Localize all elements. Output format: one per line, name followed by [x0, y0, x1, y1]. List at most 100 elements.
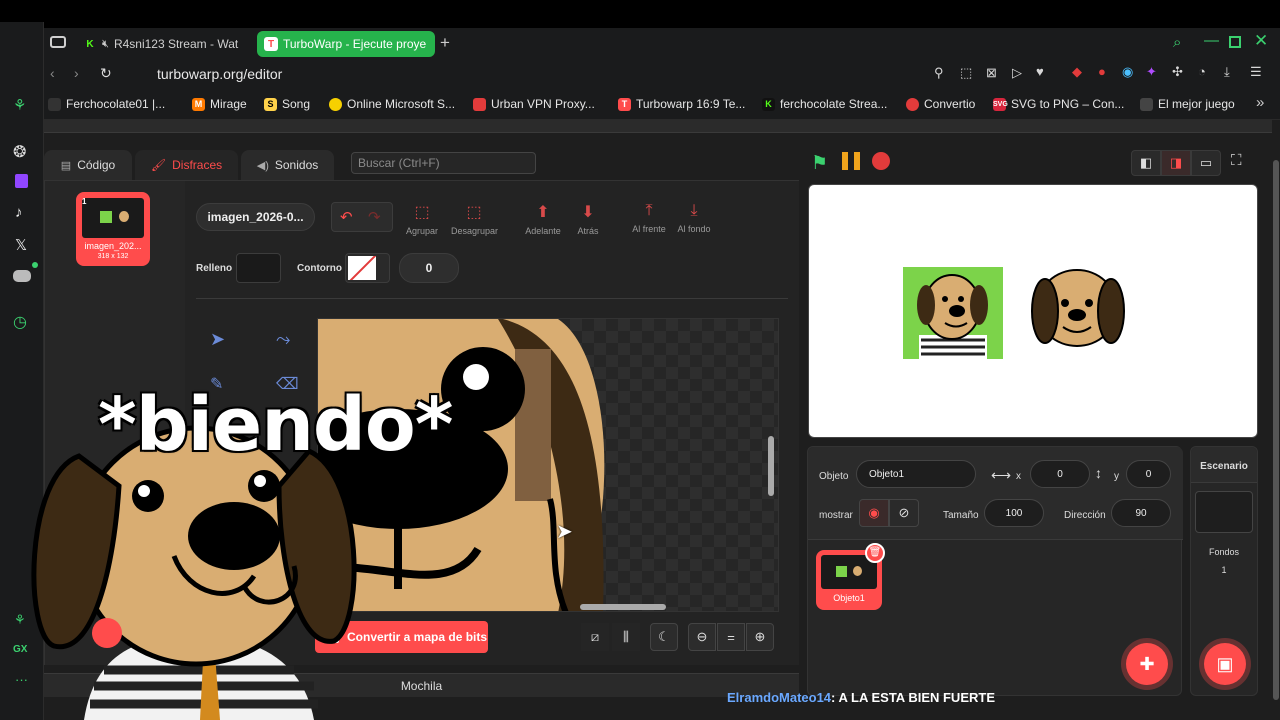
menu-icon[interactable]: ☰ — [1250, 64, 1262, 80]
bookmark-item[interactable]: Ferchocolate01 |... — [48, 97, 165, 111]
redo-icon[interactable]: ↷ — [368, 208, 381, 226]
shield-icon[interactable]: ⊠ — [986, 65, 997, 81]
small-stage-button[interactable]: ◧ — [1131, 150, 1161, 176]
bookmark-item[interactable]: El mejor juego — [1140, 97, 1235, 111]
extension-red-icon[interactable]: ◆ — [1072, 64, 1082, 80]
bookmark-icon — [473, 97, 486, 111]
backdrop-thumbnail[interactable] — [1195, 491, 1253, 533]
zoom-reset-icon[interactable]: = — [717, 623, 745, 651]
dark-mode-icon[interactable]: ☾ — [650, 623, 678, 651]
y-field[interactable]: 0 — [1126, 460, 1171, 488]
close-window-button[interactable]: ✕ — [1254, 31, 1268, 51]
front-button[interactable]: ⤒ Al frente — [626, 202, 672, 234]
restore-button[interactable] — [1229, 36, 1241, 48]
hide-eye-icon[interactable]: ⊘ — [889, 499, 919, 527]
canvas-vertical-scrollbar[interactable] — [768, 436, 774, 496]
extension-pokeball-icon[interactable]: ● — [1098, 64, 1106, 79]
size-field[interactable]: 100 — [984, 499, 1044, 527]
search-input[interactable]: Buscar (Ctrl+F) — [351, 152, 536, 174]
delete-sprite-icon[interactable]: 🗑︎ — [865, 543, 885, 563]
backward-button[interactable]: ⬇ Atrás — [565, 202, 611, 236]
tab-label: TurboWarp - Ejecute proye — [283, 37, 427, 51]
bookmark-item[interactable]: S Song — [264, 97, 310, 111]
x-field[interactable]: 0 — [1030, 460, 1090, 488]
zoom-out-icon[interactable]: ⊖ — [688, 623, 716, 651]
tab-code[interactable]: ▤ Código — [44, 150, 132, 180]
extension-colors-icon[interactable]: ◉ — [1122, 64, 1133, 80]
pause-icon[interactable] — [842, 152, 860, 170]
speaker-icon: ◀) — [256, 159, 269, 172]
page-scrollbar[interactable] — [1272, 120, 1280, 720]
bookmark-item[interactable]: Kferchocolate Strea... — [762, 97, 887, 111]
stage-canvas[interactable] — [808, 184, 1258, 438]
puzzle-icon[interactable]: ✣ — [1172, 64, 1183, 80]
outline-swatch[interactable] — [345, 253, 390, 283]
brush-toggle-icon[interactable]: ⧄ — [581, 623, 609, 651]
twitch-icon[interactable] — [15, 174, 28, 188]
bookmark-item[interactable]: SVG SVG to PNG – Con... — [993, 97, 1124, 111]
select-tool-icon[interactable]: ➤ — [210, 329, 225, 350]
more-bookmarks-icon[interactable]: » — [1256, 94, 1264, 111]
chatgpt-icon[interactable]: ❂ — [13, 142, 26, 162]
tiktok-icon[interactable]: ♪ — [15, 204, 23, 221]
window-top-edge — [0, 0, 1280, 22]
direction-field[interactable]: 90 — [1111, 499, 1171, 527]
extension-tw-icon[interactable]: ✦ — [1146, 64, 1157, 80]
canvas-horizontal-scrollbar[interactable] — [580, 604, 666, 610]
normal-stage-button[interactable]: ◨ — [1161, 150, 1191, 176]
bookmark-item[interactable]: Urban VPN Proxy... — [473, 97, 595, 111]
stop-icon[interactable] — [872, 152, 890, 170]
group-button[interactable]: ⬚ Agrupar — [399, 202, 445, 236]
add-backdrop-button[interactable]: ▣ — [1204, 643, 1246, 685]
muted-speaker-icon[interactable]: 🔇︎ — [102, 38, 109, 51]
forward-button[interactable]: ⬆ Adelante — [520, 202, 566, 236]
outline-width-field[interactable]: 0 — [399, 253, 459, 283]
x-twitter-icon[interactable]: 𝕏 — [15, 236, 27, 254]
fullscreen-icon[interactable]: ⛶ — [1231, 152, 1242, 169]
search-tabs-icon[interactable]: ⌕ — [1173, 34, 1181, 51]
show-eye-icon[interactable]: ◉ — [859, 499, 889, 527]
minimize-button[interactable]: — — [1204, 32, 1219, 49]
bookmark-icon — [329, 97, 342, 111]
tab-sounds[interactable]: ◀) Sonidos — [241, 150, 334, 180]
zoom-in-icon[interactable]: ⊕ — [746, 623, 774, 651]
ungroup-button[interactable]: ⬚ Desagrupar — [451, 202, 498, 236]
profile-icon[interactable]: ◔ — [1198, 64, 1206, 79]
back-icon[interactable]: ‹ — [50, 65, 55, 81]
discord-icon[interactable] — [13, 270, 31, 282]
browser-tab-stream[interactable]: K 🔇︎ R4sni123 Stream - Wat — [76, 31, 246, 57]
snapshot-icon[interactable]: ⬚ — [960, 65, 972, 81]
bookmark-item[interactable]: T Turbowarp 16:9 Te... — [618, 97, 745, 111]
pin-icon[interactable]: ⚲ — [934, 65, 944, 81]
play-icon[interactable]: ▷ — [1012, 65, 1022, 81]
sprite-name-field[interactable]: Objeto1 — [856, 460, 976, 488]
browser-tab-turbowarp[interactable]: T TurboWarp - Ejecute proye — [257, 31, 435, 57]
back-button[interactable]: ⤓ Al fondo — [671, 202, 717, 234]
bookmark-item[interactable]: Online Microsoft S... — [329, 97, 455, 111]
forward-icon[interactable]: › — [74, 65, 79, 81]
show-label: mostrar — [819, 510, 853, 521]
tab-costumes[interactable]: 🖌︎ Disfraces — [135, 150, 238, 180]
history-icon[interactable]: ◷ — [13, 312, 27, 332]
large-stage-button[interactable]: ▭ — [1191, 150, 1221, 176]
page-scrollbar-thumb[interactable] — [1273, 160, 1279, 700]
bookmark-item[interactable]: Convertio — [906, 97, 975, 111]
new-tab-button[interactable]: + — [440, 33, 450, 53]
audio-wave-icon[interactable]: ⫼ — [612, 623, 640, 651]
costume-tile[interactable]: 1 imagen_202... 318 x 132 — [76, 192, 150, 266]
mouse-cursor-icon: ➤ — [556, 521, 573, 543]
gx-control-icon[interactable]: ⚘ — [13, 96, 26, 114]
download-icon[interactable]: ⤓ — [1224, 64, 1230, 80]
fill-swatch[interactable] — [236, 253, 281, 283]
undo-icon[interactable]: ↶ — [340, 208, 353, 226]
stage-target-pane[interactable]: Escenario Fondos 1 ▣ — [1190, 446, 1258, 696]
bookmark-item[interactable]: M Mirage — [192, 97, 247, 111]
reload-icon[interactable]: ↻ — [100, 65, 112, 82]
green-flag-icon[interactable]: ⚑ — [811, 152, 828, 175]
add-sprite-button[interactable]: ✚ — [1126, 643, 1168, 685]
url-text[interactable]: turbowarp.org/editor — [157, 66, 282, 82]
tab-manager-icon[interactable] — [50, 36, 66, 48]
costume-name-field[interactable]: imagen_2026-0... — [196, 203, 315, 231]
heart-icon[interactable]: ♥ — [1036, 64, 1044, 79]
reshape-tool-icon[interactable]: ⤳ — [276, 329, 290, 350]
